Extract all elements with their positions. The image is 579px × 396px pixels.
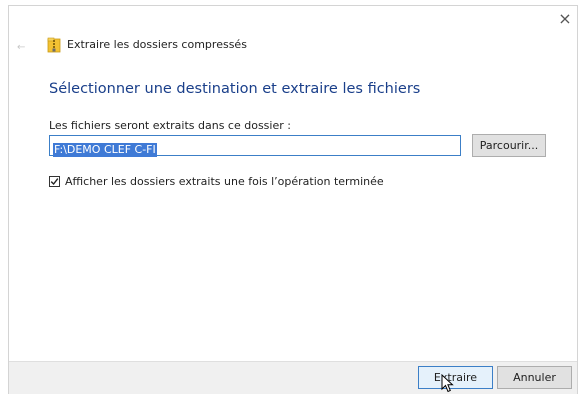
cancel-button[interactable]: Annuler [497, 366, 572, 389]
extract-button[interactable]: Extraire [418, 366, 493, 389]
destination-path-value: F:\DEMO CLEF C-FI [53, 143, 157, 157]
extract-dialog: × ← Extraire les dossiers compressés Sél… [9, 6, 577, 394]
mouse-pointer-icon [441, 374, 454, 393]
title-bar: × ← Extraire les dossiers compressés [9, 6, 577, 64]
destination-path-input[interactable]: F:\DEMO CLEF C-FI [49, 135, 461, 157]
dialog-footer: Extraire Annuler [9, 361, 577, 394]
show-extracted-label: Afficher les dossiers extraits une fois … [65, 175, 384, 188]
zip-folder-icon [47, 37, 61, 53]
destination-label: Les fichiers seront extraits dans ce dos… [49, 119, 291, 132]
dialog-title: Extraire les dossiers compressés [67, 38, 247, 51]
back-arrow-icon[interactable]: ← [17, 42, 25, 53]
checkmark-icon [50, 178, 59, 186]
show-extracted-checkbox[interactable] [49, 176, 60, 187]
browse-button[interactable]: Parcourir... [472, 134, 546, 157]
page-heading: Sélectionner une destination et extraire… [49, 81, 421, 97]
close-icon[interactable]: × [558, 11, 572, 27]
